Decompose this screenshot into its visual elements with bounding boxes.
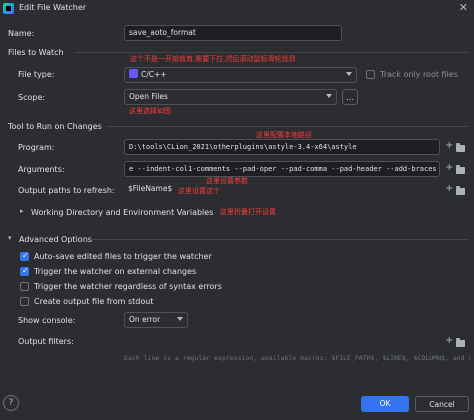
scope-value: Open Files	[129, 92, 168, 101]
section-divider	[90, 239, 468, 240]
clion-app-icon	[3, 3, 14, 14]
file-type-select[interactable]: C/C++	[124, 67, 357, 83]
arguments-label: Arguments:	[18, 165, 65, 174]
stdout-label: Create output file from stdout	[34, 297, 154, 306]
track-only-root-label: Track only root files	[380, 70, 458, 79]
advanced-options-heading[interactable]: Advanced Options	[19, 235, 92, 244]
scope-browse-button[interactable]: ...	[342, 89, 358, 105]
output-filters-hint: Each line is a regular expression, avail…	[124, 354, 470, 362]
help-icon[interactable]: ?	[3, 395, 19, 411]
output-filters-label: Output filters:	[18, 337, 74, 346]
stdout-checkbox[interactable]	[20, 297, 29, 306]
chevron-down-icon	[326, 94, 332, 98]
scope-select[interactable]: Open Files	[124, 89, 337, 105]
working-directory-annotation: 这里折叠打开设置	[220, 208, 276, 216]
syntax-errors-label: Trigger the watcher regardless of syntax…	[34, 282, 222, 291]
external-changes-checkbox[interactable]	[20, 266, 29, 276]
insert-macro-icon[interactable]: +	[445, 163, 453, 173]
file-type-label: File type:	[18, 70, 55, 79]
expand-icon[interactable]	[456, 186, 465, 195]
cancel-button[interactable]: Cancel	[415, 396, 469, 412]
file-type-annotation: 这个不是一开始就有,需要下拉,然后滚动鼠标滑轮找到	[130, 55, 296, 63]
arguments-annotation: 这里设置参数	[206, 177, 248, 185]
output-annotation: 这里设置这个	[178, 187, 220, 195]
insert-macro-icon[interactable]: +	[445, 141, 453, 151]
arguments-input[interactable]: e --indent-col1-comments --pad-oper --pa…	[124, 161, 440, 177]
program-label: Program:	[18, 143, 55, 152]
expand-icon[interactable]	[456, 338, 465, 347]
program-input[interactable]: D:\tools\CLion_2021\otherplugins\astyle-…	[124, 139, 440, 155]
output-filters-input[interactable]	[124, 334, 440, 352]
cpp-file-icon	[129, 69, 138, 78]
file-type-value: C/C++	[141, 70, 167, 79]
window-title: Edit File Watcher	[19, 3, 87, 12]
output-paths-input[interactable]: $FileName$	[124, 182, 174, 198]
section-divider	[106, 126, 468, 127]
ok-button[interactable]: OK	[361, 396, 409, 412]
show-console-select[interactable]: On error	[124, 312, 188, 328]
chevron-down-icon	[177, 317, 183, 321]
tool-to-run-heading: Tool to Run on Changes	[8, 122, 102, 131]
chevron-down-icon	[346, 72, 352, 76]
files-to-watch-heading: Files to Watch	[8, 48, 64, 57]
name-input[interactable]: save_aoto_format	[124, 25, 342, 41]
working-directory-toggle[interactable]: Working Directory and Environment Variab…	[31, 208, 213, 217]
show-console-label: Show console:	[18, 316, 76, 325]
scope-label: Scope:	[18, 93, 46, 102]
name-label: Name:	[8, 29, 35, 38]
auto-save-checkbox[interactable]	[20, 251, 29, 261]
chevron-right-icon[interactable]: ▸	[20, 207, 24, 215]
folder-icon[interactable]	[456, 143, 465, 152]
close-icon[interactable]: ✕	[459, 1, 468, 15]
expand-icon[interactable]	[456, 165, 465, 174]
insert-macro-icon[interactable]: +	[445, 184, 453, 194]
track-only-root-checkbox[interactable]	[366, 70, 375, 79]
output-paths-label: Output paths to refresh:	[18, 186, 115, 195]
auto-save-label: Auto-save edited files to trigger the wa…	[34, 252, 212, 261]
syntax-errors-checkbox[interactable]	[20, 282, 29, 291]
show-console-value: On error	[129, 315, 161, 324]
external-changes-label: Trigger the watcher on external changes	[34, 267, 197, 276]
insert-macro-icon[interactable]: +	[445, 336, 453, 346]
chevron-down-icon[interactable]: ▾	[8, 234, 12, 242]
scope-annotation: 这里选择如图	[129, 107, 171, 115]
section-divider	[74, 52, 468, 53]
